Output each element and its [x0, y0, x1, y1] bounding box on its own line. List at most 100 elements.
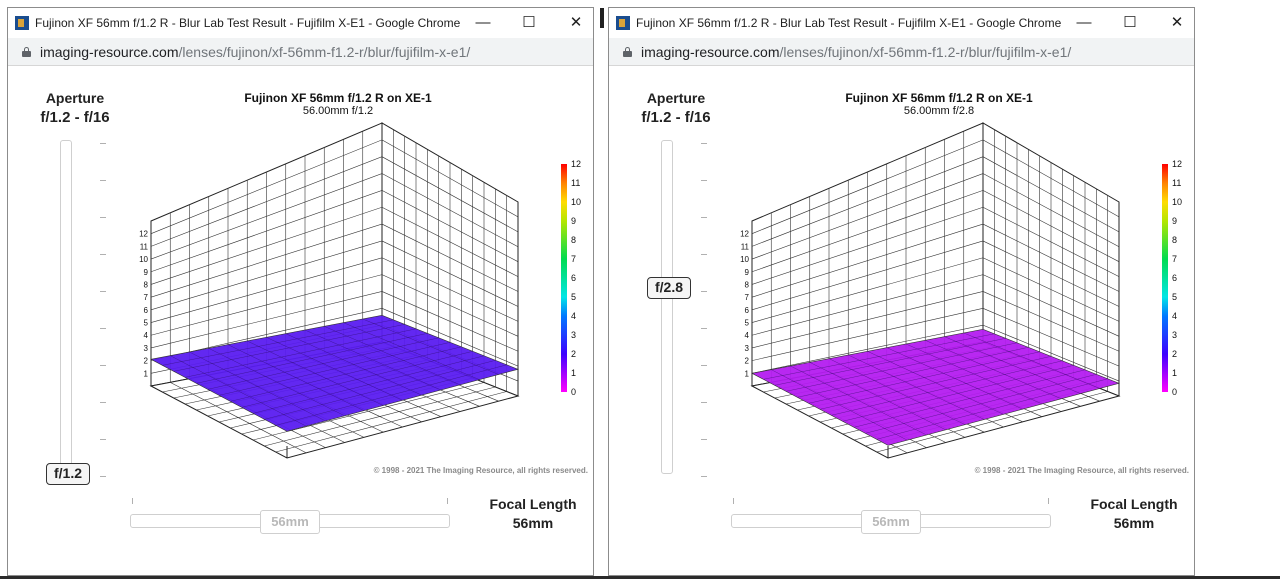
z-tick-label: 11 — [140, 242, 149, 251]
aperture-tick — [701, 143, 707, 144]
z-tick-label: 12 — [740, 230, 749, 239]
colorbar-tick-label: 5 — [571, 292, 576, 302]
aperture-tick — [701, 328, 707, 329]
colorbar-tick-label: 9 — [571, 216, 576, 226]
z-tick-label: 6 — [745, 306, 750, 315]
focal-length-slider-handle[interactable]: 56mm — [861, 510, 921, 534]
lock-icon[interactable] — [22, 47, 31, 57]
z-tick-label: 10 — [139, 255, 148, 264]
aperture-tick — [100, 476, 106, 477]
focal-length-value: 56mm — [1113, 515, 1155, 531]
z-tick-label: 4 — [144, 331, 149, 340]
z-tick-label: 5 — [745, 319, 750, 328]
browser-window-1: Fujinon XF 56mm f/1.2 R - Blur Lab Test … — [7, 7, 594, 576]
focal-tick-left — [132, 498, 133, 504]
z-tick-label: 1 — [144, 369, 149, 378]
colorbar-tick-label: 4 — [1172, 311, 1177, 321]
aperture-tick — [100, 291, 106, 292]
z-tick-label: 11 — [741, 242, 750, 251]
colorbar-tick-label: 11 — [571, 178, 580, 188]
colorbar-tick-label: 8 — [1172, 235, 1177, 245]
z-tick-label: 2 — [144, 357, 149, 366]
url-text[interactable]: imaging-resource.com/lenses/fujinon/xf-5… — [40, 44, 470, 60]
colorbar-tick-label: 0 — [571, 387, 576, 397]
close-button[interactable]: ✕ — [553, 8, 593, 38]
url-text[interactable]: imaging-resource.com/lenses/fujinon/xf-5… — [641, 44, 1071, 60]
z-tick-label: 2 — [745, 357, 750, 366]
colorbar-tick-label: 10 — [1172, 197, 1182, 207]
url-host: imaging-resource.com — [641, 44, 780, 60]
colorbar-tick-label: 9 — [1172, 216, 1177, 226]
desktop-background — [1200, 0, 1280, 579]
colorbar-tick-label: 10 — [571, 197, 581, 207]
maximize-button[interactable]: ☐ — [506, 8, 552, 38]
minimize-button[interactable]: — — [460, 8, 506, 38]
focal-length-title: Focal Length — [489, 496, 577, 512]
minimize-button[interactable]: — — [1061, 8, 1107, 38]
window-edge — [600, 8, 604, 28]
z-tick-label: 1 — [745, 369, 750, 378]
copyright-text: © 1998 - 2021 The Imaging Resource, all … — [974, 466, 1189, 475]
focal-tick-right — [1048, 498, 1049, 504]
z-tick-label: 7 — [745, 293, 750, 302]
browser-window-2: Fujinon XF 56mm f/1.2 R - Blur Lab Test … — [608, 7, 1195, 576]
aperture-tick — [100, 180, 106, 181]
aperture-tick — [100, 328, 106, 329]
copyright-text: © 1998 - 2021 The Imaging Resource, all … — [373, 466, 588, 475]
window-title: Fujinon XF 56mm f/1.2 R - Blur Lab Test … — [35, 16, 461, 30]
focal-length-title: Focal Length — [1090, 496, 1178, 512]
aperture-tick — [701, 180, 707, 181]
page-content: Aperture f/1.2 - f/16 f/2.8 Fujinon XF 5… — [609, 66, 1194, 575]
z-tick-label: 5 — [144, 319, 149, 328]
address-bar[interactable]: imaging-resource.com/lenses/fujinon/xf-5… — [8, 38, 593, 66]
aperture-tick — [701, 402, 707, 403]
z-tick-label: 3 — [745, 344, 750, 353]
focal-length-value: 56mm — [512, 515, 554, 531]
z-tick-label: 4 — [745, 331, 750, 340]
z-tick-label: 8 — [144, 280, 149, 289]
maximize-button[interactable]: ☐ — [1107, 8, 1153, 38]
z-tick-label: 6 — [144, 306, 149, 315]
blur-surface-chart: 1234567891011120123456789101112 — [139, 122, 581, 459]
colorbar-tick-label: 4 — [571, 311, 576, 321]
z-tick-label: 7 — [144, 293, 149, 302]
colorbar-tick-label: 5 — [1172, 292, 1177, 302]
aperture-tick — [701, 439, 707, 440]
window-title: Fujinon XF 56mm f/1.2 R - Blur Lab Test … — [636, 16, 1062, 30]
aperture-tick — [701, 365, 707, 366]
colorbar-tick-label: 7 — [1172, 254, 1177, 264]
focal-length-slider-handle[interactable]: 56mm — [260, 510, 320, 534]
colorbar-tick-label: 1 — [571, 368, 576, 378]
lock-icon[interactable] — [623, 47, 632, 57]
z-tick-label: 8 — [745, 280, 750, 289]
z-tick-label: 3 — [144, 344, 149, 353]
aperture-tick — [701, 291, 707, 292]
colorbar-tick-label: 7 — [571, 254, 576, 264]
aperture-tick — [701, 254, 707, 255]
url-path: /lenses/fujinon/xf-56mm-f1.2-r/blur/fuji… — [779, 44, 1072, 60]
imaging-resource-icon — [616, 16, 630, 30]
colorbar-tick-label: 0 — [1172, 387, 1177, 397]
aperture-tick — [100, 254, 106, 255]
z-tick-label: 9 — [144, 268, 149, 277]
aperture-tick — [100, 402, 106, 403]
imaging-resource-icon — [15, 16, 29, 30]
close-button[interactable]: ✕ — [1154, 8, 1194, 38]
title-bar[interactable]: Fujinon XF 56mm f/1.2 R - Blur Lab Test … — [609, 8, 1194, 38]
colorbar-tick-label: 6 — [1172, 273, 1177, 283]
focal-tick-right — [447, 498, 448, 504]
colorbar — [561, 164, 567, 392]
title-bar[interactable]: Fujinon XF 56mm f/1.2 R - Blur Lab Test … — [8, 8, 593, 38]
aperture-tick — [701, 217, 707, 218]
page-content: Aperture f/1.2 - f/16 f/1.2 Fujinon XF 5… — [8, 66, 593, 575]
address-bar[interactable]: imaging-resource.com/lenses/fujinon/xf-5… — [609, 38, 1194, 66]
colorbar-tick-label: 2 — [1172, 349, 1177, 359]
focal-tick-left — [733, 498, 734, 504]
aperture-tick — [100, 217, 106, 218]
aperture-tick — [100, 439, 106, 440]
colorbar — [1162, 164, 1168, 392]
colorbar-tick-label: 12 — [1172, 159, 1182, 169]
url-path: /lenses/fujinon/xf-56mm-f1.2-r/blur/fuji… — [178, 44, 471, 60]
colorbar-tick-label: 6 — [571, 273, 576, 283]
url-host: imaging-resource.com — [40, 44, 179, 60]
